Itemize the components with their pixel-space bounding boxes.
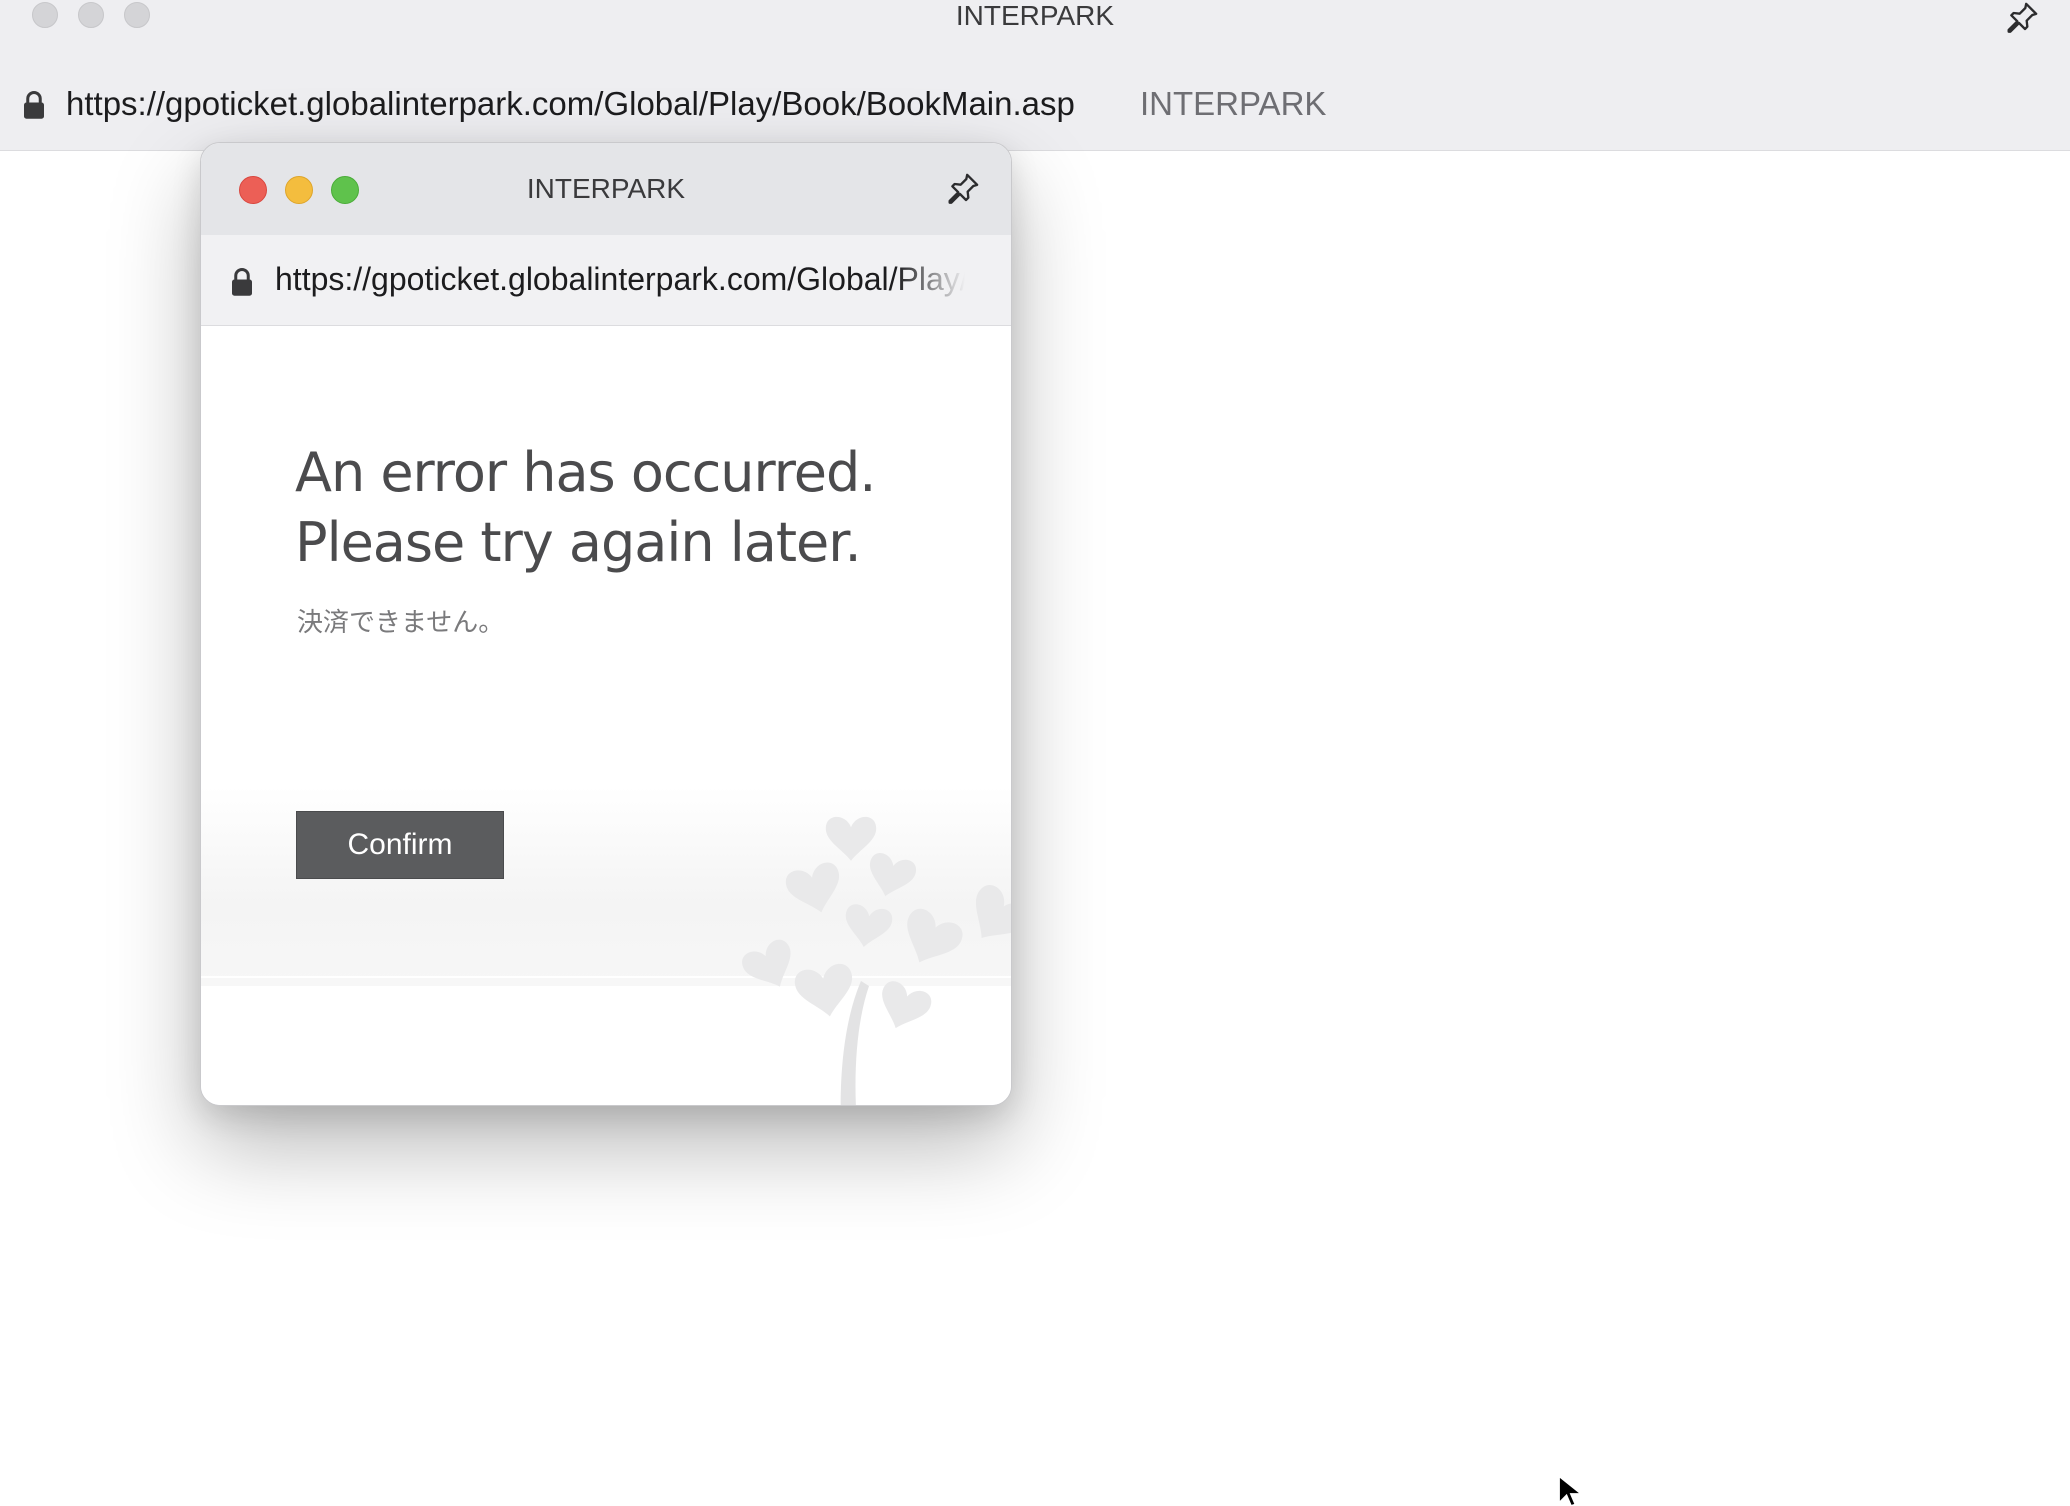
pin-icon[interactable]: [943, 169, 983, 209]
lock-icon: [24, 91, 44, 119]
heart-tree-illustration: [738, 816, 1011, 1105]
popup-url-text[interactable]: https://gpoticket.globalinterpark.com/Gl…: [275, 257, 965, 301]
main-site-name: INTERPARK: [1140, 85, 1327, 122]
error-detail-text: 決済できません。: [297, 607, 505, 637]
pin-icon[interactable]: [2002, 0, 2042, 38]
popup-window: INTERPARK https://gpoticket.globalinterp…: [200, 142, 1012, 1106]
error-heading: An error has occurred. Please try again …: [295, 438, 935, 578]
popup-url-bar: https://gpoticket.globalinterpark.com/Gl…: [201, 235, 1011, 326]
error-page: An error has occurred. Please try again …: [201, 326, 1011, 1105]
confirm-button[interactable]: Confirm: [296, 811, 504, 879]
lock-icon: [232, 268, 252, 296]
popup-title: INTERPARK: [526, 173, 686, 204]
error-heading-line1: An error has occurred.: [295, 441, 876, 504]
main-url-text[interactable]: https://gpoticket.globalinterpark.com/Gl…: [66, 82, 1075, 126]
main-window-title: INTERPARK: [955, 0, 1115, 31]
error-heading-line2: Please try again later.: [295, 511, 862, 574]
main-window-titlebar: INTERPARK https://gpoticket.globalinterp…: [0, 0, 2070, 151]
popup-titlebar: INTERPARK: [201, 143, 1011, 235]
